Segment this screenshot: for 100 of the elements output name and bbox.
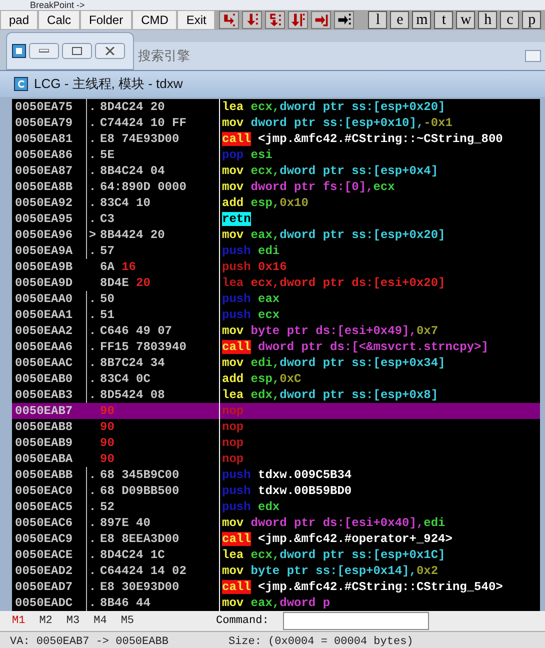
disassembly-row[interactable]: 0050EAB8 90 nop xyxy=(12,419,540,435)
hex-cell: 68 D09BB500 xyxy=(98,483,220,499)
disassembly-row[interactable]: 0050EAA1 . 51 push ecx xyxy=(12,307,540,323)
letter-button[interactable]: p xyxy=(522,11,542,29)
disassembly-row[interactable]: 0050EAC5 . 52 push edx xyxy=(12,499,540,515)
jump-marker: . xyxy=(88,164,96,178)
toolbar-button[interactable]: CMD xyxy=(132,10,178,30)
toolbar-button[interactable]: Folder xyxy=(80,10,132,30)
size-text: Size: (0x0004 = 00004 bytes) xyxy=(228,636,414,648)
letter-button[interactable]: e xyxy=(390,11,410,29)
disassembly-row[interactable]: 0050EAB7 90 nop xyxy=(12,403,540,419)
jump-marker: . xyxy=(88,212,96,226)
jump-marker: . xyxy=(88,564,96,578)
address-cell-text: 0050EAA6 xyxy=(14,339,74,355)
jump-marker: > xyxy=(88,228,96,242)
toolbar-button[interactable]: Exit xyxy=(177,10,216,30)
disassembly-row[interactable]: 0050EA9B 6A 16 push 0x16 xyxy=(12,259,540,275)
instruction-text: nop xyxy=(222,420,244,434)
jump-marker: . xyxy=(88,324,96,338)
minimized-window-bar[interactable] xyxy=(6,32,134,70)
disassembly-row[interactable]: 0050EA75 . 8D4C24 20 lea ecx,dword ptr ss:[esp+0x20] xyxy=(12,99,540,115)
disassembly-row[interactable]: 0050EAD7 . E8 30E93D00 call <jmp.&mfc42.#CString::CString_540> xyxy=(12,579,540,595)
maximize-button[interactable] xyxy=(62,43,92,59)
hex-cell: 51 xyxy=(98,307,220,323)
address-cell-text: 0050EAB9 xyxy=(14,435,74,451)
instruction-text: push ecx xyxy=(222,308,280,322)
instruction-text: push edi xyxy=(222,244,280,258)
disassembly-row[interactable]: 0050EA95 . C3 retn xyxy=(12,211,540,227)
disassembly-row[interactable]: 0050EA8B . 64:890D 0000 mov dword ptr fs:[0],ecx xyxy=(12,179,540,195)
disassembly-row[interactable]: 0050EA86 . 5E pop esi xyxy=(12,147,540,163)
address-cell-text: 0050EAB3 xyxy=(14,387,74,403)
disassembly-row[interactable]: 0050EACE . 8D4C24 1C lea ecx,dword ptr ss:[esp+0x1C] xyxy=(12,547,540,563)
disassembly-row[interactable]: 0050EAC9 . E8 8EEA3D00 call <jmp.&mfc42.#operator+_924> xyxy=(12,531,540,547)
hex-cell: 52 xyxy=(98,499,220,515)
hex-cell: E8 8EEA3D00 xyxy=(98,531,220,547)
address-cell-text: 0050EAB8 xyxy=(14,419,74,435)
minimize-button[interactable] xyxy=(29,43,59,59)
disassembly-row[interactable]: 0050EA81 . E8 74E93D00 call <jmp.&mfc42.#CString::~CString_800 xyxy=(12,131,540,147)
disassembly-row[interactable]: 0050EA79 . C74424 10 FF mov dword ptr ss:[esp+0x10],-0x1 xyxy=(12,115,540,131)
letter-button[interactable]: l xyxy=(368,11,388,29)
disassembly-row[interactable]: 0050EABB . 68 345B9C00 push tdxw.009C5B34 xyxy=(12,467,540,483)
jump-marker: . xyxy=(88,196,96,210)
memory-tab[interactable]: M5 xyxy=(120,615,134,627)
jump-marker: . xyxy=(88,244,96,258)
disassembly-row[interactable]: 0050EA87 . 8B4C24 04 mov ecx,dword ptr ss:[esp+0x4] xyxy=(12,163,540,179)
jump-marker: . xyxy=(88,516,96,530)
memory-tab[interactable]: M1 xyxy=(12,615,26,627)
memory-tab[interactable]: M3 xyxy=(66,615,80,627)
disassembly-row[interactable]: 0050EAA0 . 50 push eax xyxy=(12,291,540,307)
hex-cell: 8D4C24 1C xyxy=(98,547,220,563)
instruction-text: call <jmp.&mfc42.#operator+_924> xyxy=(222,532,452,546)
letter-button[interactable]: w xyxy=(456,11,476,29)
disassembly-row[interactable]: 0050EA9A . 57 push edi xyxy=(12,243,540,259)
instruction-text: nop xyxy=(222,404,244,418)
disassembly-row[interactable]: 0050EA9D 8D4E 20 lea ecx,dword ptr ds:[esi+0x20] xyxy=(12,275,540,291)
close-button[interactable] xyxy=(95,43,125,59)
maximize-icon xyxy=(72,47,82,55)
letter-button[interactable]: h xyxy=(478,11,498,29)
instruction-text: lea edx,dword ptr ss:[esp+0x8] xyxy=(222,388,438,402)
disassembly-row[interactable]: 0050EAC6 . 897E 40 mov dword ptr ds:[esi+0x40],edi xyxy=(12,515,540,531)
hex-cell: 83C4 0C xyxy=(98,371,220,387)
command-label: Command: xyxy=(216,615,269,627)
instruction-text: mov ecx,dword ptr ss:[esp+0x4] xyxy=(222,164,438,178)
address-cell-text: 0050EA9B xyxy=(14,259,74,275)
letter-button[interactable]: t xyxy=(434,11,454,29)
toolbar-button[interactable]: pad xyxy=(0,10,38,30)
window-title: LCG - 主线程, 模块 - tdxw xyxy=(34,75,183,93)
disassembly-row[interactable]: 0050EAA2 . C646 49 07 mov byte ptr ds:[esi+0x49],0x7 xyxy=(12,323,540,339)
address-cell-text: 0050EA8B xyxy=(14,179,74,195)
jump-marker: . xyxy=(88,484,96,498)
hex-cell: C646 49 07 xyxy=(98,323,220,339)
address-range-text: VA: 0050EAB7 -> 0050EABB xyxy=(10,636,168,648)
instruction-text: mov byte ptr ds:[esi+0x49],0x7 xyxy=(222,324,438,338)
disassembly-row[interactable]: 0050EAD2 . C64424 14 02 mov byte ptr ss:[esp+0x14],0x2 xyxy=(12,563,540,579)
address-cell-text: 0050EABB xyxy=(14,467,74,483)
disassembly-row[interactable]: 0050EA92 . 83C4 10 add esp,0x10 xyxy=(12,195,540,211)
disassembly-row[interactable]: 0050EAC0 . 68 D09BB500 push tdxw.00B59BD0 xyxy=(12,483,540,499)
app-icon xyxy=(12,44,26,58)
memory-tab[interactable]: M4 xyxy=(94,615,107,627)
jump-marker: . xyxy=(88,292,96,306)
disassembly-row[interactable]: 0050EABA 90 nop xyxy=(12,451,540,467)
jump-marker: . xyxy=(88,308,96,322)
instruction-text: push 0x16 xyxy=(222,260,287,274)
disassembly-row[interactable]: 0050EAAC . 8B7C24 34 mov edi,dword ptr ss:[esp+0x34] xyxy=(12,355,540,371)
disassembly-row[interactable]: 0050EAB9 90 nop xyxy=(12,435,540,451)
toolbar-button[interactable]: Calc xyxy=(38,10,80,30)
disassembly-row[interactable]: 0050EAA6 . FF15 7803940 call dword ptr ds:[<&msvcrt.strncpy>] xyxy=(12,339,540,355)
address-cell-text: 0050EAA1 xyxy=(14,307,74,323)
hex-cell: C3 xyxy=(98,211,220,227)
disassembly-row[interactable]: 0050EA96 > 8B4424 20 mov eax,dword ptr ss:[esp+0x20] xyxy=(12,227,540,243)
hex-cell: 8B4424 20 xyxy=(98,227,220,243)
jump-marker: . xyxy=(88,580,96,594)
instruction-text: nop xyxy=(222,436,244,450)
address-cell-text: 0050EA96 xyxy=(14,227,74,243)
command-field[interactable] xyxy=(282,612,429,630)
breakpoint-menu-text[interactable]: BreakPoint -> xyxy=(0,0,545,10)
letter-button[interactable]: c xyxy=(500,11,520,29)
disassembly-row[interactable]: 0050EAB0 . 83C4 0C add esp,0xC xyxy=(12,371,540,387)
letter-button[interactable]: m xyxy=(412,11,432,29)
memory-tab[interactable]: M2 xyxy=(39,615,52,627)
